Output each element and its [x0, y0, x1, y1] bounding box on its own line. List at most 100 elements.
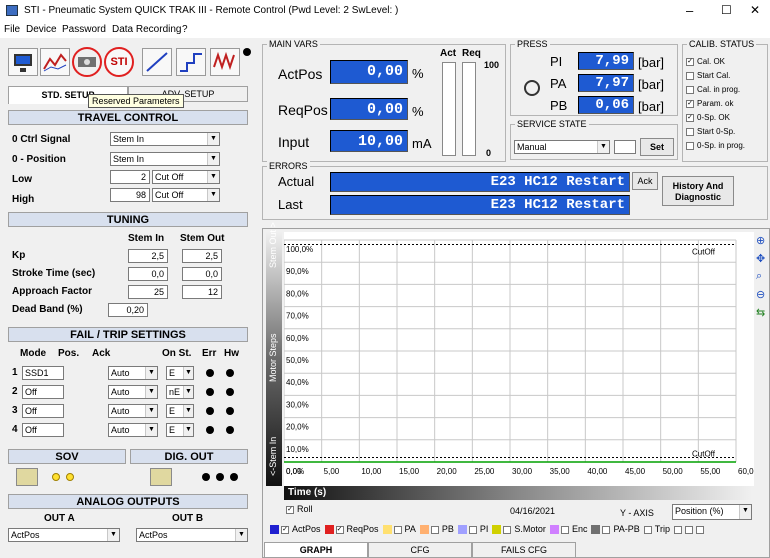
kp-in-input[interactable]: 2,5 — [128, 249, 168, 263]
err-led — [206, 388, 214, 396]
kp-out-input[interactable]: 2,5 — [182, 249, 222, 263]
tab-cfg[interactable]: CFG — [368, 542, 472, 558]
roll-checkbox[interactable]: ✓ Roll — [286, 504, 313, 514]
fail-mode-input[interactable]: SSD1 — [22, 366, 64, 380]
fail-on-state-select[interactable]: E ▼ — [166, 404, 194, 418]
approach-in-input[interactable]: 25 — [128, 285, 168, 299]
legend-item[interactable]: PB — [419, 524, 454, 535]
approach-out-input[interactable]: 12 — [182, 285, 222, 299]
y-tick-label: 100,0% — [286, 245, 313, 254]
fail-on-state-value: E — [169, 425, 176, 435]
set-button[interactable]: Set — [640, 138, 674, 156]
fail-mode-input[interactable]: Off — [22, 385, 64, 399]
dig-out-config-icon[interactable] — [150, 468, 172, 486]
service-state-select[interactable]: Manual ▼ — [514, 140, 610, 154]
dig-out-led-1 — [202, 473, 210, 481]
stroke-in-input[interactable]: 0,0 — [128, 267, 168, 281]
err-led — [206, 426, 214, 434]
menu-file[interactable]: File — [4, 24, 20, 35]
fail-on-state-select[interactable]: E ▼ — [166, 366, 194, 380]
menu-password[interactable]: Password — [62, 24, 106, 35]
chevron-down-icon: ▼ — [183, 424, 193, 436]
fail-ack-select[interactable]: Auto ▼ — [108, 385, 158, 399]
fail-ack-select[interactable]: Auto ▼ — [108, 366, 158, 380]
legend-item[interactable]: Trip — [643, 524, 670, 534]
extra-check-icon[interactable] — [695, 525, 704, 534]
fail-on-state-select[interactable]: nE ▼ — [166, 385, 194, 399]
out-a-select[interactable]: ActPos ▼ — [8, 528, 120, 542]
trend-chart-icon[interactable] — [40, 48, 70, 76]
scale-top: 100 — [484, 60, 500, 70]
zoom-icon[interactable]: ⌕ — [756, 270, 762, 283]
legend-item[interactable]: ✓ ReqPos — [324, 524, 379, 535]
extra-check-icon[interactable] — [684, 525, 693, 534]
fail-ack-select[interactable]: Auto ▼ — [108, 404, 158, 418]
y-axis-value: Position (%) — [675, 506, 724, 516]
reset-icon[interactable]: ⇆ — [756, 306, 765, 319]
zoom-in-icon[interactable]: ⊕ — [756, 234, 765, 247]
menu-data-recording[interactable]: Data Recording — [112, 24, 181, 35]
position-select[interactable]: Stem In ▼ — [110, 152, 220, 166]
history-label: History And Diagnostic — [672, 181, 724, 202]
legend-item[interactable]: PA — [382, 524, 416, 535]
chevron-down-icon: ▼ — [739, 505, 751, 519]
legend-item[interactable]: S.Motor — [492, 524, 546, 535]
calib-item: ✓ Param. ok — [686, 98, 745, 112]
pan-icon[interactable]: ✥ — [756, 252, 765, 265]
chevron-down-icon: ▼ — [145, 367, 157, 379]
menu-help[interactable]: ? — [182, 24, 188, 35]
pb-label: PB — [550, 98, 568, 113]
sov-config-icon[interactable] — [16, 468, 38, 486]
ack-button[interactable]: Ack — [632, 172, 658, 190]
step-icon[interactable] — [176, 48, 206, 76]
zoom-out-icon[interactable]: ⊖ — [756, 288, 765, 301]
reserved-params-button[interactable] — [72, 47, 102, 77]
x-tick-label: 25,00 — [474, 467, 495, 476]
y-tick-label: 70,0% — [286, 312, 309, 321]
act-bar — [442, 62, 456, 156]
maximize-button[interactable]: ☐ — [721, 3, 732, 17]
low-input[interactable]: 2 — [110, 170, 150, 184]
wave-icon[interactable] — [210, 48, 240, 76]
x-tick-label: 0,00 — [286, 467, 302, 476]
monitor-icon[interactable] — [8, 48, 38, 76]
legend-item[interactable]: ✓ ActPos — [270, 524, 321, 535]
low-mode-select[interactable]: Cut Off ▼ — [152, 170, 220, 184]
tooltip: Reserved Parameters — [88, 94, 184, 108]
y-axis-select[interactable]: Position (%) ▼ — [672, 504, 752, 520]
fail-mode-input[interactable]: Off — [22, 404, 64, 418]
motor-steps-side-label: Motor Steps — [268, 333, 278, 382]
close-button[interactable]: ✕ — [750, 3, 760, 17]
hw-led — [226, 388, 234, 396]
ctrl-signal-select[interactable]: Stem In ▼ — [110, 132, 220, 146]
dead-band-input[interactable]: 0,20 — [108, 303, 148, 317]
legend-label: ReqPos — [346, 524, 379, 534]
out-b-select[interactable]: ActPos ▼ — [136, 528, 248, 542]
fail-on-state-select[interactable]: E ▼ — [166, 423, 194, 437]
ramp-icon[interactable] — [142, 48, 172, 76]
legend-label: S.Motor — [514, 524, 546, 534]
status-dot-icon — [243, 48, 251, 56]
high-mode-select[interactable]: Cut Off ▼ — [152, 188, 220, 202]
fail-mode-input[interactable]: Off — [22, 423, 64, 437]
calib-check-icon: ✓ — [686, 99, 694, 108]
scale-bottom: 0 — [486, 148, 492, 158]
legend-item[interactable]: PI — [457, 524, 488, 535]
menu-bar: File Device Password Data Recording ? — [0, 22, 770, 38]
high-input[interactable]: 98 — [110, 188, 150, 202]
stroke-out-input[interactable]: 0,0 — [182, 267, 222, 281]
legend-item[interactable]: Enc — [549, 524, 587, 535]
fail-on-state-value: nE — [169, 387, 181, 397]
extra-check-icon[interactable] — [673, 525, 682, 534]
menu-device[interactable]: Device — [26, 24, 57, 35]
err-led — [206, 369, 214, 377]
tab-fails-cfg[interactable]: FAILS CFG — [472, 542, 576, 558]
history-diagnostic-button[interactable]: History And Diagnostic — [662, 176, 734, 206]
service-state-input[interactable] — [614, 140, 636, 154]
calib-item: Cal. in prog. — [686, 84, 745, 98]
tab-graph[interactable]: GRAPH — [264, 542, 368, 558]
legend-item[interactable]: PA-PB — [591, 524, 640, 535]
sti-button[interactable]: STI — [104, 47, 134, 77]
minimize-button[interactable]: – — [686, 3, 693, 18]
fail-ack-select[interactable]: Auto ▼ — [108, 423, 158, 437]
